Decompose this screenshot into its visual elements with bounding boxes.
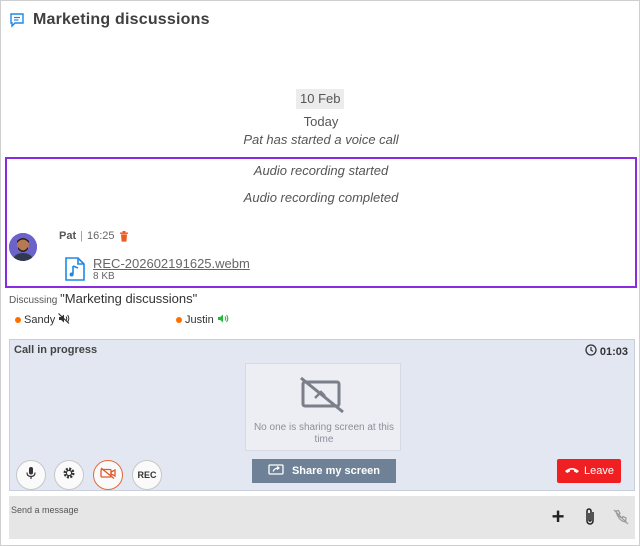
date-chip: 10 Feb [296,89,345,109]
participant-name: Justin [185,314,214,326]
attachment-link[interactable]: REC-202602191625.webm [93,256,250,271]
video-toggle-button[interactable] [93,460,123,490]
audio-speaking-icon [217,313,229,327]
message-composer: Send a message + [9,496,635,539]
attachment-icon[interactable] [581,508,599,526]
leave-call-button[interactable]: Leave [557,459,621,483]
hang-up-icon [564,465,580,477]
message-input[interactable]: Send a message [11,505,79,515]
call-timer-value: 01:03 [599,345,628,358]
share-screen-button[interactable]: Share my screen [252,459,396,483]
no-share-message: No one is sharing screen at this time [253,422,395,445]
add-icon[interactable]: + [549,506,567,528]
gear-icon [62,466,76,485]
message-meta: Pat | 16:25 [59,230,129,242]
meta-separator: | [80,230,83,242]
video-off-icon [100,466,116,484]
share-screen-icon [268,463,284,479]
settings-button[interactable] [54,460,84,490]
chat-header: Marketing discussions [9,9,210,31]
audio-file-icon[interactable] [65,257,85,281]
attachment-size: 8 KB [93,271,115,282]
audio-muted-icon [58,313,70,327]
phone-off-icon[interactable] [612,508,630,526]
participant-justin: Justin [176,313,229,327]
participant-sandy: Sandy [15,313,70,327]
status-dot [15,317,21,323]
message-author: Pat [59,230,77,242]
voice-call-started-message: Pat has started a voice call [243,132,399,147]
delete-icon[interactable] [119,230,129,242]
discussing-topic: Discussing "Marketing discussions" [9,291,197,306]
discussing-title: "Marketing discussions" [60,291,198,306]
record-button[interactable]: REC [132,460,162,490]
participant-name: Sandy [24,314,56,326]
call-panel: Call in progress 01:03 No one is sharing… [9,339,635,491]
call-timer: 01:03 [585,344,628,359]
microphone-icon [25,466,37,485]
share-screen-label: Share my screen [291,465,381,477]
avatar[interactable] [9,233,37,261]
recording-completed-message: Audio recording completed [243,190,399,205]
discussing-label: Discussing [9,295,58,306]
screen-share-off-icon [299,376,347,414]
leave-label: Leave [584,465,614,477]
page-title: Marketing discussions [33,11,210,28]
microphone-button[interactable] [16,460,46,490]
screen-share-area: No one is sharing screen at this time [245,363,401,451]
message-time: 16:25 [86,230,115,242]
status-dot [176,317,182,323]
recording-started-message: Audio recording started [253,163,389,178]
chat-bubble-icon [9,12,25,28]
clock-icon [585,344,597,359]
today-label: Today [303,114,339,129]
chat-window: Marketing discussions 10 Feb Today Pat h… [0,0,640,546]
call-status-label: Call in progress [14,344,98,356]
